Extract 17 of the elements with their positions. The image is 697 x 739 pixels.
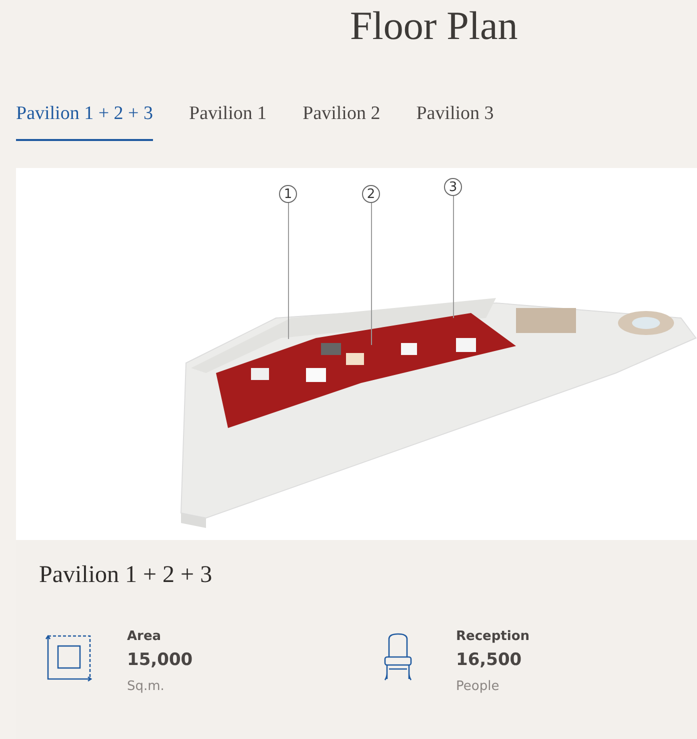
stat-unit: People xyxy=(456,679,500,694)
pavilion-tab[interactable]: Pavilion 3 xyxy=(416,90,494,141)
pavilion-marker: 1 xyxy=(279,185,297,203)
pavilion-tab[interactable]: Pavilion 1 xyxy=(189,90,267,141)
stat-label: Reception xyxy=(456,629,530,644)
pavilion-tab[interactable]: Pavilion 1 + 2 + 3 xyxy=(16,90,154,141)
section-heading: Pavilion 1 + 2 + 3 xyxy=(39,562,212,589)
page-title: Floor Plan xyxy=(350,2,518,49)
pavilion-tab[interactable]: Pavilion 2 xyxy=(302,90,380,141)
chair-icon xyxy=(383,633,413,681)
stat-value: 15,000 xyxy=(127,650,193,670)
area-icon xyxy=(45,633,93,683)
stat-unit: Sq.m. xyxy=(127,679,164,694)
pavilion-marker: 3 xyxy=(444,178,462,196)
stat-label: Area xyxy=(127,629,162,644)
pavilion-marker: 2 xyxy=(362,185,380,203)
stat-value: 16,500 xyxy=(456,650,522,670)
